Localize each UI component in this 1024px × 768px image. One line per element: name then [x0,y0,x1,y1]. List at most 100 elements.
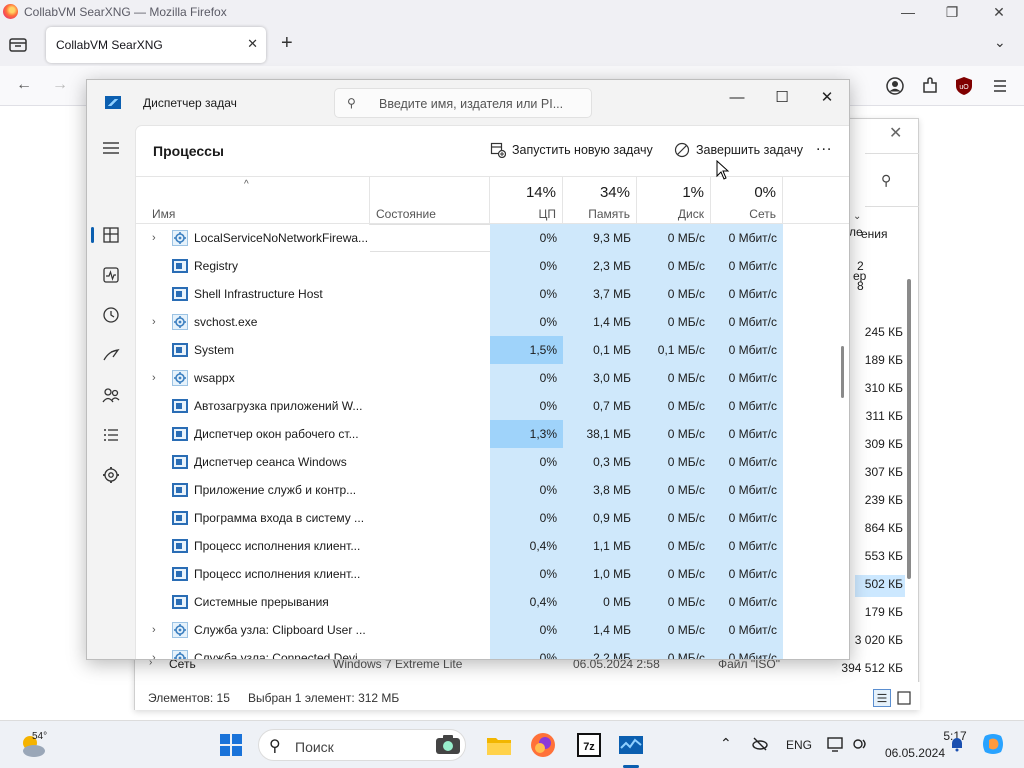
startup-apps-icon[interactable] [101,345,121,365]
ublock-origin-icon[interactable]: uO [954,76,974,96]
firefox-tab-close-icon[interactable]: ✕ [247,36,258,52]
task-manager-maximize-button[interactable]: ☐ [770,86,794,110]
firefox-forward-button[interactable]: → [52,76,68,94]
explorer-scrollbar[interactable] [907,279,911,579]
explorer-close-icon[interactable]: ✕ [889,123,902,143]
expand-chevron-icon[interactable]: › [152,224,156,252]
explorer-size-cell: 3 020 КБ [854,633,903,647]
firefox-app-icon[interactable] [528,730,558,760]
firefox-new-tab-button[interactable]: + [281,32,293,55]
process-cpu: 0% [490,364,563,392]
column-header-memory[interactable]: 34% Память [563,177,637,225]
keyboard-language[interactable]: ENG [786,738,812,752]
users-icon[interactable] [101,385,121,405]
process-disk: 0 МБ/с [637,420,711,448]
process-disk: 0 МБ/с [637,392,711,420]
process-row[interactable]: Автозагрузка приложений W... 0% 0,7 МБ 0 МБ… [136,392,849,420]
disk-total-percent: 1% [682,184,704,201]
performance-icon[interactable] [101,265,121,285]
process-row[interactable]: Программа входа в систему ... 0% 0,9 МБ 0 М… [136,504,849,532]
run-new-task-button[interactable]: Запустить новую задачу [482,135,661,165]
column-header-disk[interactable]: 1% Диск [637,177,711,225]
process-row[interactable]: Процесс исполнения клиент... 0% 1,0 МБ 0 МБ… [136,560,849,588]
process-row[interactable]: Диспетчер сеанса Windows 0% 0,3 МБ 0 МБ/с 0 … [136,448,849,476]
column-header-cpu[interactable]: 14% ЦП [490,177,563,225]
column-header-name[interactable]: ^ Имя [136,177,370,225]
camera-app-icon[interactable] [433,730,463,760]
process-row[interactable]: Shell Infrastructure Host 0% 3,7 МБ 0 МБ/с 0… [136,280,849,308]
service-gear-icon [172,622,188,638]
expand-chevron-icon[interactable]: › [152,616,156,644]
column-label-name: Имя [152,207,176,221]
process-row[interactable]: Системные прерывания 0,4% 0 МБ 0 МБ/с 0 Мбит… [136,588,849,616]
more-options-button[interactable]: ... [816,137,832,155]
firefox-tab-active[interactable]: CollabVM SearXNG ✕ [46,27,266,63]
end-task-icon [674,142,690,158]
process-name: Автозагрузка приложений W... [194,399,363,413]
process-network: 0 Мбит/с [711,532,783,560]
details-icon[interactable] [101,425,121,445]
firefox-minimize-button[interactable]: — [898,2,918,22]
firefox-account-icon[interactable] [885,76,905,96]
task-manager-search-input[interactable] [379,95,585,113]
firefox-list-tabs-chevron-icon[interactable]: ⌄ [994,34,1006,51]
explorer-partial-cell-bot: 8 [857,279,864,293]
process-memory: 3,8 МБ [563,476,637,504]
column-header-state[interactable]: Состояние [370,177,490,225]
firefox-view-icon[interactable] [8,36,28,54]
network-volume-icon[interactable] [852,735,870,753]
process-name: Приложение служб и контр... [194,483,357,497]
processes-icon[interactable] [101,225,121,245]
copilot-icon[interactable] [980,731,1006,757]
app-history-icon[interactable] [101,305,121,325]
windows-start-icon[interactable] [220,734,242,756]
notification-bell-icon[interactable] [948,735,966,753]
sync-off-icon[interactable] [751,735,769,753]
task-manager-app-icon[interactable] [616,730,646,760]
hamburger-menu-icon[interactable] [101,138,121,158]
process-row[interactable]: › Служба узла: Clipboard User ... 0% 1,4 МБ… [136,616,849,644]
task-manager-search-box[interactable]: ⚲ [334,88,592,118]
process-table-scrollbar[interactable] [841,346,844,398]
process-row[interactable]: Диспетчер окон рабочего ст... 1,3% 38,1 МБ… [136,420,849,448]
process-row[interactable]: › LocalServiceNoNetworkFirewa... 0% 9,3 МБ 0… [136,224,849,252]
process-row[interactable]: › Служба узла: Connected Devi... 0% 2,2 МБ 0… [136,644,849,659]
task-manager-close-button[interactable]: ✕ [815,86,839,110]
expand-chevron-icon[interactable]: › [152,644,156,659]
end-task-button[interactable]: Завершить задачу [666,135,811,165]
taskbar-clock-date[interactable]: 06.05.2024 [875,746,945,760]
file-explorer-app-icon[interactable] [484,730,514,760]
expand-chevron-icon[interactable]: › [152,308,156,336]
process-row[interactable]: System 1,5% 0,1 МБ 0,1 МБ/с 0 Мбит/с [136,336,849,364]
firefox-window-title: CollabVM SearXNG — Mozilla Firefox [24,5,227,19]
process-row[interactable]: Приложение служб и контр... 0% 3,8 МБ 0 МБ/… [136,476,849,504]
firefox-restore-button[interactable]: ❐ [942,2,962,22]
process-row[interactable]: › wsappx 0% 3,0 МБ 0 МБ/с 0 Мбит/с [136,364,849,392]
firefox-menu-icon[interactable] [990,76,1010,96]
task-manager-minimize-button[interactable]: — [725,86,749,110]
process-memory: 0,7 МБ [563,392,637,420]
process-table-body: › LocalServiceNoNetworkFirewa... 0% 9,3 МБ 0… [136,224,849,659]
expand-chevron-icon[interactable]: › [152,364,156,392]
process-row[interactable]: Registry 0% 2,3 МБ 0 МБ/с 0 Мбит/с [136,252,849,280]
column-header-network[interactable]: 0% Сеть [711,177,783,225]
explorer-size-cell: 310 КБ [864,381,903,395]
services-icon[interactable] [101,465,121,485]
process-row[interactable]: Процесс исполнения клиент... 0,4% 1,1 МБ 0 … [136,532,849,560]
firefox-back-button[interactable]: ← [16,76,32,94]
tiles-view-icon[interactable] [895,689,913,707]
firefox-close-button[interactable]: ✕ [989,2,1009,22]
7zip-app-icon[interactable]: 7z [574,730,604,760]
process-disk: 0 МБ/с [637,448,711,476]
display-icon[interactable] [826,735,844,753]
explorer-dropdown-chevron-icon[interactable]: ⌄ [853,211,865,225]
show-hidden-icons-chevron[interactable]: ⌃ [720,735,732,752]
process-name: Системные прерывания [194,595,329,609]
task-manager-app-icon [105,96,121,109]
details-view-icon[interactable] [873,689,891,707]
process-row[interactable]: › svchost.exe 0% 1,4 МБ 0 МБ/с 0 Мбит/с [136,308,849,336]
explorer-search-box[interactable]: ⚲ [865,153,919,207]
firefox-extensions-icon[interactable] [920,76,940,96]
explorer-file-row[interactable]: › Сеть Windows 7 Extreme Lite 06.05.2024… [135,657,905,677]
page-title: Процессы [153,143,224,159]
